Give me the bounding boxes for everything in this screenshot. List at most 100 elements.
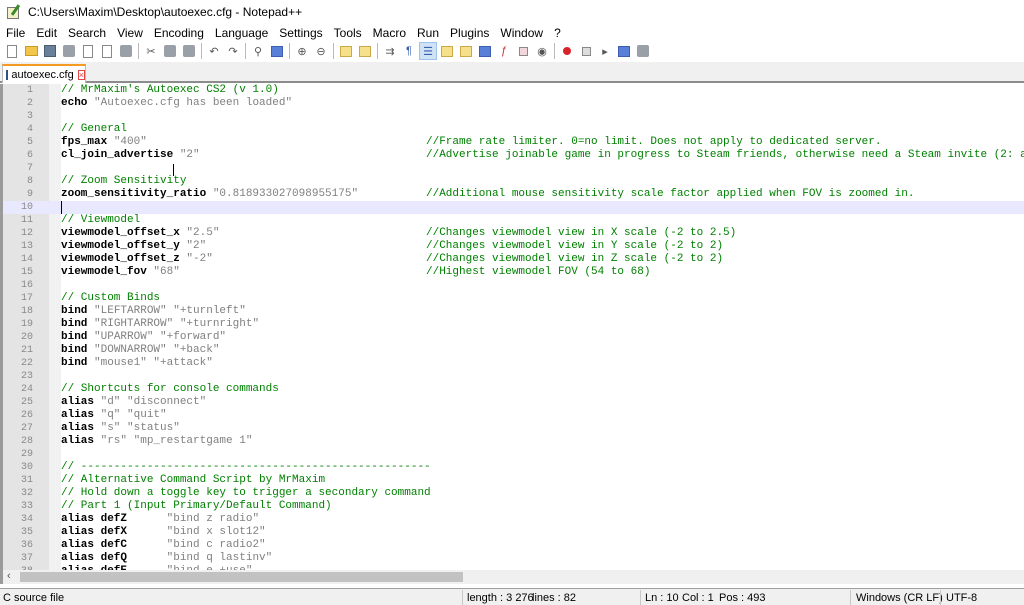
sync-vertical-icon[interactable] — [338, 43, 354, 59]
text-caret — [61, 201, 62, 214]
cut-icon[interactable]: ✂ — [143, 43, 159, 59]
code-line[interactable]: 13 viewmodel_offset_y "2" //Changes viewmo… — [3, 240, 1024, 253]
code-line[interactable]: 25 alias "d" "disconnect" — [3, 396, 1024, 409]
code-line[interactable]: 5 fps_max "400" //Frame rate limiter. 0=no… — [3, 136, 1024, 149]
code-line[interactable]: 8 // Zoom Sensitivity — [3, 175, 1024, 188]
code-line[interactable]: 1 // MrMaxim's Autoexec CS2 (v 1.0) — [3, 84, 1024, 97]
stop-recording-icon[interactable] — [578, 43, 594, 59]
sync-horizontal-icon[interactable] — [357, 43, 373, 59]
menu-search[interactable]: Search — [62, 26, 111, 40]
run-macro-multiple-icon[interactable] — [616, 43, 632, 59]
document-map-icon[interactable] — [458, 43, 474, 59]
close-tab-icon[interactable]: × — [77, 69, 85, 80]
code-line[interactable]: 21 bind "DOWNARROW" "+back" — [3, 344, 1024, 357]
indent-guide-icon[interactable]: ☰ — [419, 42, 437, 60]
menu-run[interactable]: Run — [411, 26, 444, 40]
code-line[interactable]: 16 — [3, 279, 1024, 292]
menu-help[interactable]: ? — [548, 26, 566, 40]
code-line[interactable]: 33 // Part 1 (Input Primary/Default Comma… — [3, 500, 1024, 513]
save-all-icon[interactable] — [61, 43, 77, 59]
code-line[interactable]: 2 echo "Autoexec.cfg has been loaded" — [3, 97, 1024, 110]
code-line[interactable]: 32 // Hold down a toggle key to trigger a… — [3, 487, 1024, 500]
close-icon[interactable] — [80, 43, 96, 59]
code-line[interactable]: 30 // -----------------------------------… — [3, 461, 1024, 474]
save-macro-icon[interactable] — [635, 43, 651, 59]
menu-language[interactable]: Language — [209, 26, 273, 40]
show-all-characters-icon[interactable]: ¶ — [401, 43, 417, 59]
line-number: 18 — [20, 306, 33, 317]
menu-settings[interactable]: Settings — [273, 26, 327, 40]
menu-window[interactable]: Window — [494, 26, 548, 40]
zoom-in-icon[interactable]: ⊕ — [294, 43, 310, 59]
scrollbar-thumb[interactable] — [20, 572, 463, 582]
find-icon[interactable]: ⚲ — [250, 43, 266, 59]
zoom-out-icon[interactable]: ⊖ — [313, 43, 329, 59]
open-file-icon[interactable] — [23, 43, 39, 59]
code-line[interactable]: 17 // Custom Binds — [3, 292, 1024, 305]
code-line[interactable]: 31 // Alternative Command Script by MrMax… — [3, 474, 1024, 487]
menu-edit[interactable]: Edit — [30, 26, 62, 40]
code-comment: // -------------------------------------… — [61, 461, 431, 473]
menu-file[interactable]: File — [0, 26, 30, 40]
code-editor[interactable]: 1 // MrMaxim's Autoexec CS2 (v 1.0) 2 echo … — [0, 84, 1024, 570]
code-keyword: bind — [61, 305, 95, 317]
save-icon[interactable] — [42, 43, 58, 59]
monitoring-icon[interactable]: ◉ — [534, 43, 550, 59]
code-line[interactable]: 18 bind "LEFTARROW" "+turnleft" — [3, 305, 1024, 318]
redo-icon[interactable]: ↷ — [225, 43, 241, 59]
undo-icon[interactable]: ↶ — [206, 43, 222, 59]
code-line[interactable]: 23 — [3, 370, 1024, 383]
line-number: 23 — [20, 371, 33, 382]
code-line[interactable]: 14 viewmodel_offset_z "-2" //Changes viewm… — [3, 253, 1024, 266]
code-line[interactable]: 3 — [3, 110, 1024, 123]
user-defined-language-icon[interactable] — [439, 43, 455, 59]
code-line[interactable]: 19 bind "RIGHTARROW" "+turnright" — [3, 318, 1024, 331]
paste-icon[interactable] — [181, 43, 197, 59]
code-line[interactable]: 6 cl_join_advertise "2" //Advertise joinab… — [3, 149, 1024, 162]
code-line[interactable]: 26 alias "q" "quit" — [3, 409, 1024, 422]
menu-plugins[interactable]: Plugins — [444, 26, 494, 40]
menu-encoding[interactable]: Encoding — [148, 26, 209, 40]
inline-comment: //Changes viewmodel view in Y scale (-2 … — [426, 240, 724, 252]
code-line[interactable]: 9 zoom_sensitivity_ratio "0.8189330270989… — [3, 188, 1024, 201]
horizontal-scrollbar[interactable]: ‹ — [0, 570, 1024, 584]
print-icon[interactable] — [118, 43, 134, 59]
code-line[interactable]: 35 alias defX "bind x slot12" — [3, 526, 1024, 539]
toolbar-separator — [333, 43, 334, 59]
tab-autoexec-cfg[interactable]: autoexec.cfg × — [2, 64, 86, 83]
status-divider — [640, 590, 641, 605]
code-line[interactable]: 11 // Viewmodel — [3, 214, 1024, 227]
playback-macro-icon[interactable]: ▸ — [597, 43, 613, 59]
code-line[interactable]: 37 alias defQ "bind q lastinv" — [3, 552, 1024, 565]
code-line[interactable]: 15 viewmodel_fov "68" //Highest viewmodel … — [3, 266, 1024, 279]
code-line[interactable]: 4 // General — [3, 123, 1024, 136]
new-file-icon[interactable] — [4, 43, 20, 59]
code-line[interactable]: 10 — [3, 201, 1024, 214]
menu-view[interactable]: View — [111, 26, 148, 40]
folder-as-workspace-icon[interactable] — [515, 43, 531, 59]
code-line[interactable]: 27 alias "s" "status" — [3, 422, 1024, 435]
record-macro-icon[interactable] — [559, 43, 575, 59]
code-text: // Hold down a toggle key to trigger a s… — [61, 487, 431, 500]
code-line[interactable]: 22 bind "mouse1" "+attack" — [3, 357, 1024, 370]
code-line[interactable]: 36 alias defC "bind c radio2" — [3, 539, 1024, 552]
code-line[interactable]: 29 — [3, 448, 1024, 461]
function-list-icon[interactable]: ƒ — [496, 43, 512, 59]
document-list-icon[interactable] — [477, 43, 493, 59]
code-line[interactable]: 12 viewmodel_offset_x "2.5" //Changes view… — [3, 227, 1024, 240]
code-string: "s" "status" — [100, 422, 180, 434]
code-line[interactable]: 34 alias defZ "bind z radio" — [3, 513, 1024, 526]
scroll-left-icon[interactable]: ‹ — [7, 570, 11, 582]
tab-bar: autoexec.cfg × — [0, 62, 1024, 83]
replace-icon[interactable] — [269, 43, 285, 59]
code-line[interactable]: 28 alias "rs" "mp_restartgame 1" — [3, 435, 1024, 448]
code-line[interactable]: 24 // Shortcuts for console commands — [3, 383, 1024, 396]
menu-tools[interactable]: Tools — [328, 26, 367, 40]
close-all-icon[interactable] — [99, 43, 115, 59]
word-wrap-icon[interactable]: ⇉ — [382, 43, 398, 59]
code-text: bind "RIGHTARROW" "+turnright" — [61, 318, 259, 331]
menu-macro[interactable]: Macro — [367, 26, 411, 40]
copy-icon[interactable] — [162, 43, 178, 59]
code-line[interactable]: 7 — [3, 162, 1024, 175]
code-line[interactable]: 20 bind "UPARROW" "+forward" — [3, 331, 1024, 344]
